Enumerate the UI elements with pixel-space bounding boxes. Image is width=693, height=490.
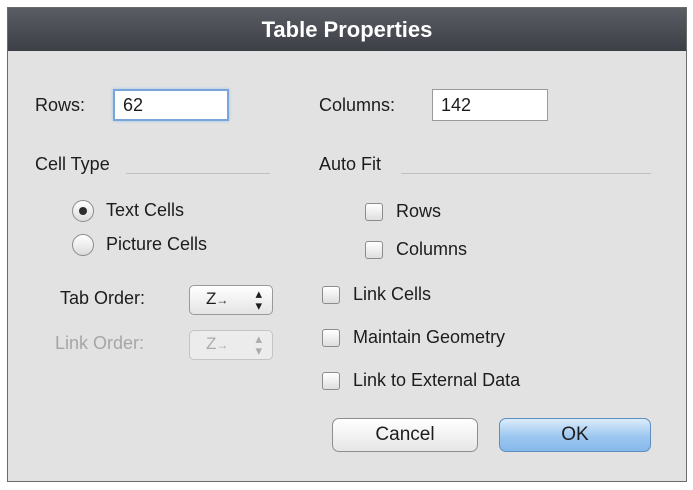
link-order-label: Link Order: [55, 333, 145, 353]
link-cells-label: Link Cells [353, 284, 432, 304]
auto-fit-rows-checkbox[interactable]: Rows [363, 200, 483, 226]
text-cells-radio[interactable]: Text Cells [70, 197, 240, 225]
text-cells-label: Text Cells [106, 200, 185, 220]
link-cells-checkbox[interactable]: Link Cells [320, 283, 490, 309]
auto-fit-heading: Auto Fit [319, 154, 382, 174]
auto-fit-rows-label: Rows [396, 201, 442, 221]
rows-input[interactable]: 62 [113, 89, 229, 121]
link-order-popup[interactable]: Z→ ▴ ▾ [189, 330, 273, 360]
dialog-title: Table Properties [8, 8, 686, 51]
checkbox-unchecked-icon [365, 241, 383, 259]
picture-cells-label: Picture Cells [106, 234, 208, 254]
tab-order-label: Tab Order: [60, 288, 146, 308]
tab-order-popup[interactable]: Z→ ▴ ▾ [189, 285, 273, 315]
checkbox-unchecked-icon [365, 203, 383, 221]
radio-unselected-icon [72, 234, 94, 256]
columns-input[interactable]: 142 [432, 89, 548, 121]
table-properties-dialog: Table Properties Rows: 62 Columns: 142 C… [7, 7, 687, 482]
maintain-geometry-label: Maintain Geometry [353, 327, 506, 347]
checkbox-unchecked-icon [322, 286, 340, 304]
radio-selected-icon [72, 200, 94, 222]
cell-type-divider [126, 173, 270, 174]
checkbox-unchecked-icon [322, 329, 340, 347]
cancel-button[interactable]: Cancel [332, 418, 478, 452]
z-order-icon: Z→ [206, 334, 229, 353]
auto-fit-divider [401, 173, 651, 174]
auto-fit-columns-label: Columns [396, 239, 468, 259]
auto-fit-columns-checkbox[interactable]: Columns [363, 238, 513, 264]
popup-arrows-icon: ▴ ▾ [255, 286, 262, 313]
picture-cells-radio[interactable]: Picture Cells [70, 231, 260, 259]
maintain-geometry-checkbox[interactable]: Maintain Geometry [320, 326, 570, 352]
cell-type-heading: Cell Type [35, 154, 110, 174]
link-external-data-checkbox[interactable]: Link to External Data [320, 369, 590, 395]
ok-button[interactable]: OK [499, 418, 651, 452]
link-external-data-label: Link to External Data [353, 370, 521, 390]
checkbox-unchecked-icon [322, 372, 340, 390]
rows-label: Rows: [35, 95, 86, 115]
columns-label: Columns: [319, 95, 396, 115]
z-order-icon: Z→ [206, 289, 229, 308]
popup-arrows-icon: ▴ ▾ [255, 331, 262, 358]
